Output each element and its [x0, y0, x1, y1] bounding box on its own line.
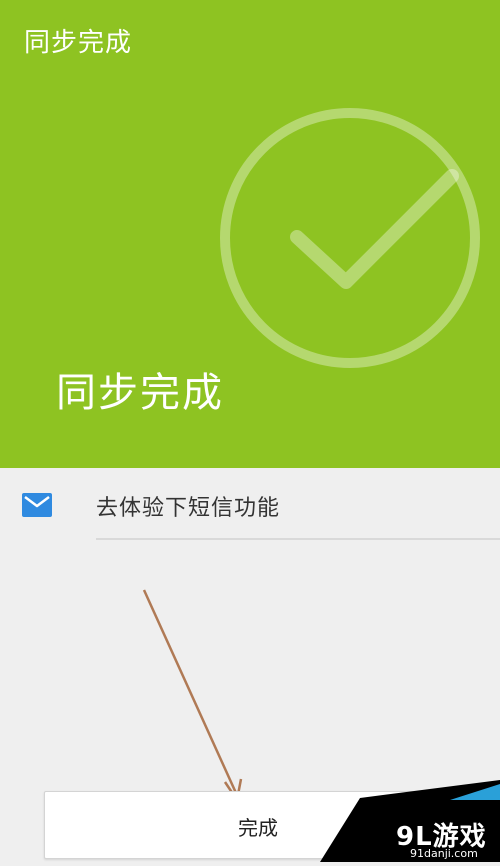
arrow-annotation: [142, 589, 243, 802]
watermark-url: 91danji.com: [410, 847, 478, 860]
watermark-logo: 9L游戏 91danji.com: [300, 780, 500, 862]
